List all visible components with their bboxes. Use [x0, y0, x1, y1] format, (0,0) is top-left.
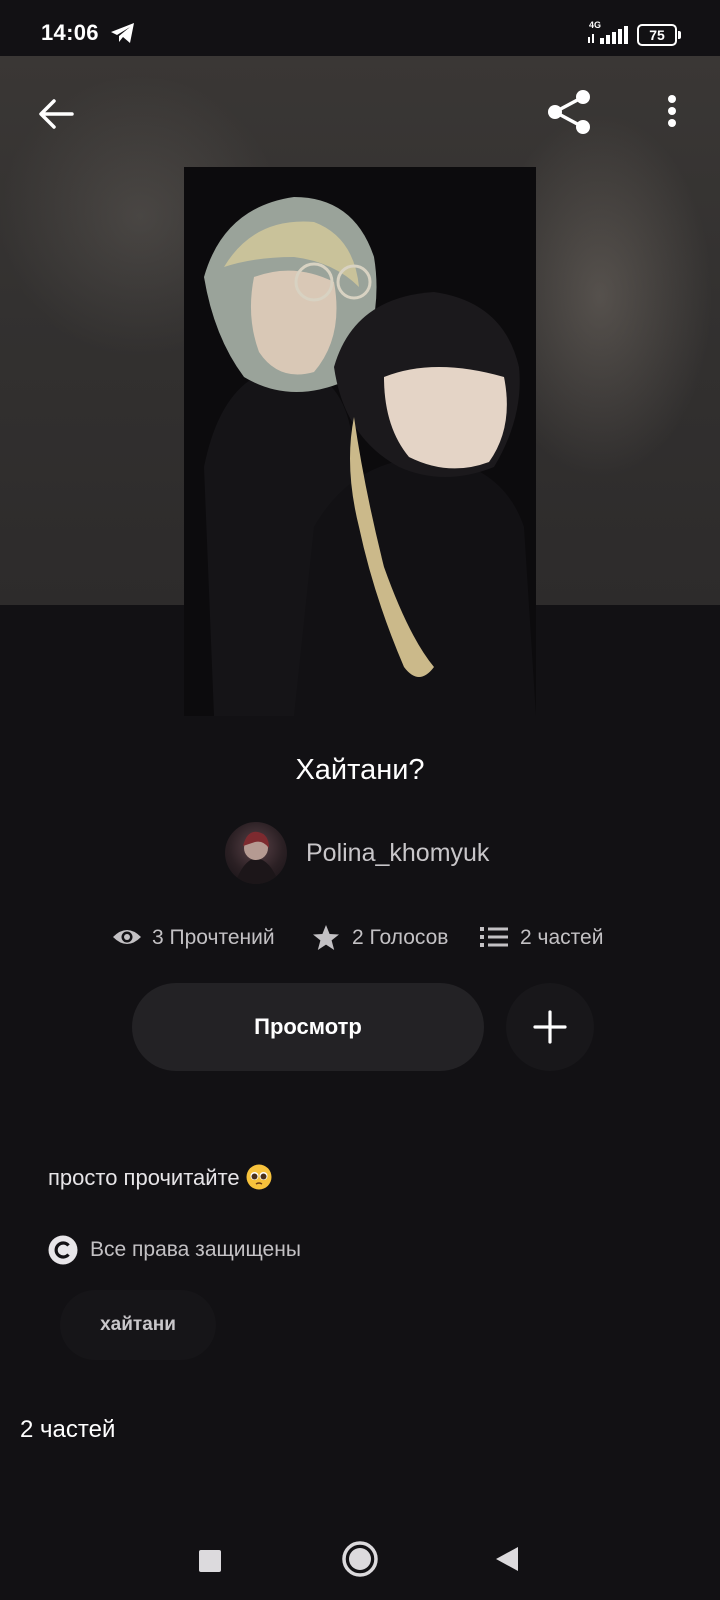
more-vertical-icon [668, 95, 676, 127]
description-text: просто прочитайте [48, 1165, 240, 1190]
parts-count: 2 частей [520, 926, 604, 949]
story-description: просто прочитайте [48, 1164, 272, 1191]
status-bar: 14:06 4G 75 [0, 0, 720, 56]
votes-count: 2 Голосов [352, 926, 449, 949]
parts-heading: 2 частей [20, 1416, 116, 1443]
telegram-icon [111, 23, 134, 43]
system-nav-bar [0, 1500, 720, 1600]
status-time: 14:06 [41, 20, 99, 45]
plus-icon [533, 1010, 567, 1044]
copyright-icon [48, 1235, 78, 1265]
pleading-face-emoji-icon [246, 1164, 272, 1190]
back-button[interactable] [30, 88, 82, 140]
add-to-library-button[interactable] [506, 983, 594, 1071]
star-icon [313, 925, 339, 950]
story-cover-image[interactable] [184, 167, 536, 716]
tag-chip[interactable]: хайтани [60, 1290, 216, 1360]
reads-count: 3 Прочтений [152, 926, 275, 949]
battery-level: 75 [649, 27, 665, 43]
back-nav-button[interactable] [484, 1537, 528, 1581]
story-title: Хайтани? [295, 754, 425, 786]
share-icon [548, 90, 590, 134]
list-icon [480, 927, 508, 947]
arrow-left-icon [39, 99, 74, 129]
copyright-text: Все права защищены [90, 1238, 301, 1261]
battery-icon: 75 [637, 24, 681, 46]
more-options-button[interactable] [654, 88, 690, 140]
eye-icon [113, 930, 141, 944]
view-button[interactable]: Просмотр [132, 983, 484, 1071]
recent-apps-button[interactable] [188, 1539, 232, 1583]
cover-illustration [184, 167, 536, 716]
author-avatar[interactable] [225, 822, 287, 884]
signal-icon [588, 26, 628, 44]
home-button[interactable] [334, 1533, 386, 1585]
share-button[interactable] [540, 84, 596, 140]
author-name[interactable]: Polina_khomyuk [306, 839, 489, 868]
